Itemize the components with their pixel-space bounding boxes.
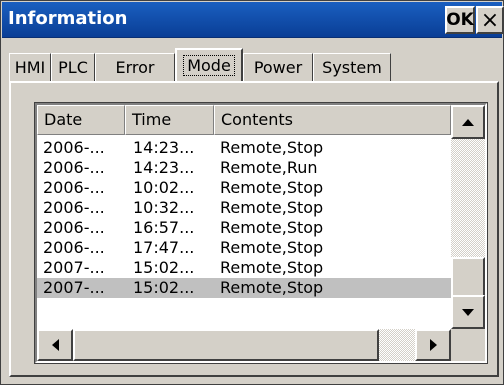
cell-date: 2006-... bbox=[43, 238, 105, 257]
cell-time: 16:57... bbox=[133, 218, 195, 237]
close-button[interactable]: × bbox=[476, 6, 504, 34]
horizontal-scroll-thumb[interactable] bbox=[73, 329, 379, 361]
list-header: Date Time Contents bbox=[37, 105, 451, 135]
cell-contents: Remote,Stop bbox=[220, 278, 324, 297]
tab-label: Power bbox=[253, 58, 303, 77]
cell-time: 14:23... bbox=[133, 158, 195, 177]
cell-contents: Remote,Stop bbox=[220, 258, 324, 277]
title-bar: Information OK × bbox=[2, 2, 504, 38]
tab-label: HMI bbox=[14, 58, 46, 77]
list-row[interactable]: 2006-... 14:23... Remote,Run bbox=[37, 158, 451, 178]
cell-date: 2007-... bbox=[43, 278, 105, 297]
tab-label: System bbox=[322, 58, 382, 77]
tab-label: PLC bbox=[58, 58, 88, 77]
tab-error[interactable]: Error bbox=[95, 53, 175, 81]
tab-label: Error bbox=[115, 58, 155, 77]
tab-plc[interactable]: PLC bbox=[51, 53, 95, 81]
tab-system[interactable]: System bbox=[313, 53, 391, 81]
scroll-up-button[interactable] bbox=[451, 105, 485, 139]
cell-contents: Remote,Run bbox=[220, 158, 318, 177]
cell-time: 17:47... bbox=[133, 238, 195, 257]
column-header-time[interactable]: Time bbox=[125, 105, 214, 135]
cell-time: 15:02... bbox=[133, 278, 195, 297]
tab-label: Mode bbox=[183, 55, 235, 76]
cell-time: 10:02... bbox=[133, 178, 195, 197]
list-rows: 2006-... 14:23... Remote,Stop 2006-... 14:23… bbox=[37, 138, 451, 298]
list-row[interactable]: 2007-... 15:02... Remote,Stop bbox=[37, 258, 451, 278]
mode-log-list[interactable]: Date Time Contents 2006-... 14:23... Remot… bbox=[34, 102, 488, 364]
column-header-date[interactable]: Date bbox=[37, 105, 125, 135]
list-row[interactable]: 2006-... 14:23... Remote,Stop bbox=[37, 138, 451, 158]
horizontal-scrollbar[interactable] bbox=[37, 329, 451, 361]
list-row[interactable]: 2007-... 15:02... Remote,Stop bbox=[37, 278, 451, 298]
vertical-scrollbar[interactable] bbox=[451, 105, 485, 329]
cell-contents: Remote,Stop bbox=[220, 178, 324, 197]
tab-bar: HMI PLC Error Mode Power System bbox=[9, 47, 499, 85]
down-arrow-icon bbox=[462, 308, 474, 316]
tab-hmi[interactable]: HMI bbox=[9, 53, 51, 81]
up-arrow-icon bbox=[462, 118, 474, 126]
cell-time: 14:23... bbox=[133, 138, 195, 157]
cell-time: 15:02... bbox=[133, 258, 195, 277]
left-arrow-icon bbox=[51, 339, 59, 351]
cell-contents: Remote,Stop bbox=[220, 238, 324, 257]
cell-date: 2006-... bbox=[43, 218, 105, 237]
list-row[interactable]: 2006-... 10:32... Remote,Stop bbox=[37, 198, 451, 218]
cell-time: 10:32... bbox=[133, 198, 195, 217]
cell-date: 2006-... bbox=[43, 138, 105, 157]
cell-date: 2007-... bbox=[43, 258, 105, 277]
scroll-right-button[interactable] bbox=[415, 329, 451, 361]
tab-mode[interactable]: Mode bbox=[175, 48, 243, 81]
cell-date: 2006-... bbox=[43, 198, 105, 217]
window-title: Information bbox=[8, 8, 128, 29]
scroll-left-button[interactable] bbox=[37, 329, 73, 361]
column-header-contents[interactable]: Contents bbox=[214, 105, 451, 135]
information-window: Information OK × HMI PLC Error Mode Powe… bbox=[0, 0, 504, 385]
ok-button[interactable]: OK bbox=[445, 6, 475, 34]
cell-contents: Remote,Stop bbox=[220, 218, 324, 237]
cell-contents: Remote,Stop bbox=[220, 138, 324, 157]
cell-contents: Remote,Stop bbox=[220, 198, 324, 217]
list-row[interactable]: 2006-... 17:47... Remote,Stop bbox=[37, 238, 451, 258]
scrollbar-corner bbox=[451, 329, 485, 361]
list-row[interactable]: 2006-... 16:57... Remote,Stop bbox=[37, 218, 451, 238]
right-arrow-icon bbox=[429, 339, 437, 351]
vertical-scroll-thumb[interactable] bbox=[451, 257, 485, 297]
scroll-down-button[interactable] bbox=[451, 295, 485, 329]
cell-date: 2006-... bbox=[43, 178, 105, 197]
list-row[interactable]: 2006-... 10:02... Remote,Stop bbox=[37, 178, 451, 198]
cell-date: 2006-... bbox=[43, 158, 105, 177]
tab-power[interactable]: Power bbox=[243, 53, 313, 81]
